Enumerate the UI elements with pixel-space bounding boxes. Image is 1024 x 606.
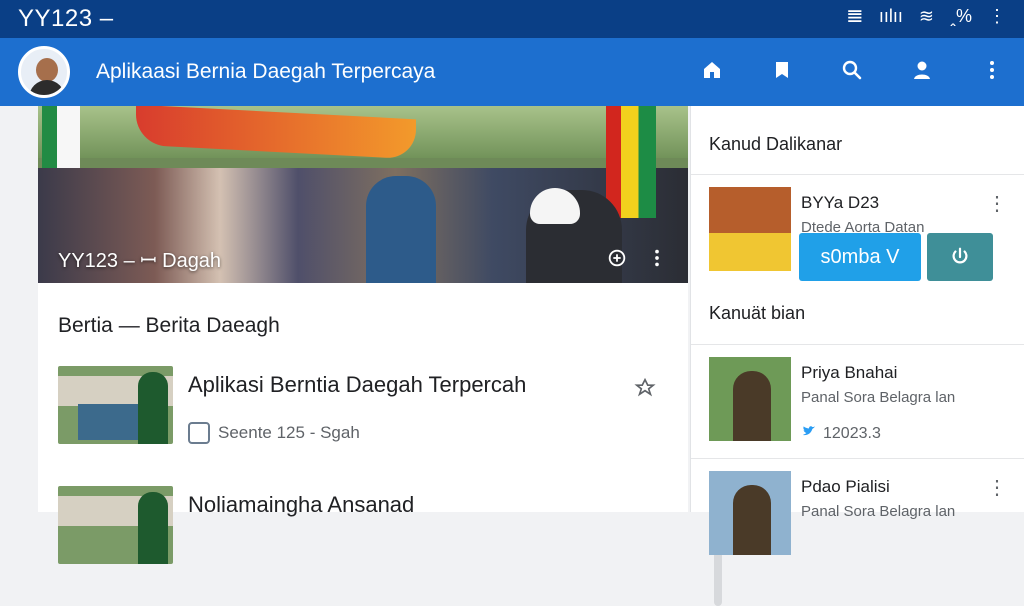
profile-name: Priya Bnahai [801, 363, 898, 382]
battery-text: ꞈ% [950, 6, 972, 26]
hero-person [366, 176, 436, 283]
status-icons: 𝌆 ıılıı ≋ ꞈ% ⋮ [847, 6, 1006, 27]
sidebar-section-title-2: Kanuät bian [709, 303, 806, 323]
wifi-icon: ≋ [918, 6, 934, 26]
profile-name: Pdao Pialisi [801, 477, 890, 496]
power-button[interactable] [927, 233, 993, 281]
page-title: Aplikaasi Bernia Daegah Terpercaya [96, 60, 436, 83]
article-meta: Seente 125 - Sgah [188, 422, 360, 444]
article-thumbnail [58, 366, 173, 444]
profile-count-text: 12023.3 [823, 424, 881, 442]
more-vert-icon[interactable]: ⋮ [987, 191, 1007, 216]
profile-subtitle: Panal Sora Belagra lan [801, 389, 956, 406]
avatar-face [36, 58, 58, 82]
more-vert-icon[interactable]: ⋮ [987, 475, 1007, 500]
sidebar-panel: Kanud Dalikanar BYYa D23 Dtede Aorta Dat… [690, 106, 1024, 555]
profile-card[interactable]: Priya Bnahai Panal Sora Belagra lan 1202… [691, 344, 1024, 460]
article-meta-text: Seente 125 - Sgah [218, 423, 360, 442]
profile-card-2[interactable]: Pdao Pialisi Panal Sora Belagra lan ⋮ [691, 458, 1024, 555]
subscribe-button[interactable]: s0mba V [799, 233, 921, 281]
left-panel: YY123 – ꟷ Dagah Bertia — Berita Daeagh A… [38, 106, 722, 606]
thumb-person [733, 371, 771, 441]
app-actions [698, 56, 1006, 84]
avatar[interactable] [18, 46, 70, 98]
share-icon[interactable] [606, 247, 628, 274]
thumb-vehicle [709, 233, 791, 271]
save-icon[interactable] [632, 374, 658, 400]
more-vert-icon[interactable] [978, 56, 1006, 84]
app-bar: Aplikaasi Bernia Daegah Terpercaya [0, 38, 1024, 106]
bookmark-icon[interactable] [768, 56, 796, 84]
status-title: YY123 – [18, 5, 114, 32]
profile-icon[interactable] [908, 56, 936, 84]
thumb-person [138, 372, 168, 444]
hero-caption: YY123 – ꟷ Dagah [58, 250, 222, 272]
avatar-shirt [29, 80, 65, 95]
article-card-2[interactable]: Noliamaingha Ansanad [58, 486, 668, 568]
profile-thumbnail [709, 357, 791, 441]
thumb-person [138, 492, 168, 564]
more-vert-icon[interactable]: ⋮ [988, 6, 1006, 27]
source-icon [188, 422, 210, 444]
hero-actions [606, 247, 668, 274]
article-card-1[interactable]: Aplikasi Berntia Daegah Terpercah Seente… [58, 366, 668, 448]
network-icon: ıılıı [878, 6, 903, 26]
channel-name: BYYa D23 [801, 193, 880, 212]
signal-icon: 𝌆 [846, 6, 863, 26]
section-title: Bertia — Berita Daeagh [58, 314, 280, 337]
status-bar: YY123 – 𝌆 ıılıı ≋ ꞈ% ⋮ [0, 0, 1024, 38]
profile-thumbnail [709, 471, 791, 555]
twitter-icon [801, 423, 817, 444]
channel-thumbnail [709, 187, 791, 271]
hero-image[interactable]: YY123 – ꟷ Dagah [38, 106, 688, 283]
hero-flag-right [606, 106, 656, 218]
article-headline[interactable]: Noliamaingha Ansanad [188, 492, 414, 518]
search-icon[interactable] [838, 56, 866, 84]
more-vert-icon[interactable] [646, 247, 668, 274]
article-headline[interactable]: Aplikasi Berntia Daegah Terpercah [188, 372, 526, 398]
profile-count: 12023.3 [801, 423, 881, 444]
sidebar-section-title: Kanud Dalikanar [709, 134, 843, 154]
thumb-person [733, 485, 771, 555]
article-thumbnail [58, 486, 173, 564]
home-icon[interactable] [698, 56, 726, 84]
channel-card[interactable]: BYYa D23 Dtede Aorta Datan ⋮ s0mba V [691, 174, 1024, 294]
